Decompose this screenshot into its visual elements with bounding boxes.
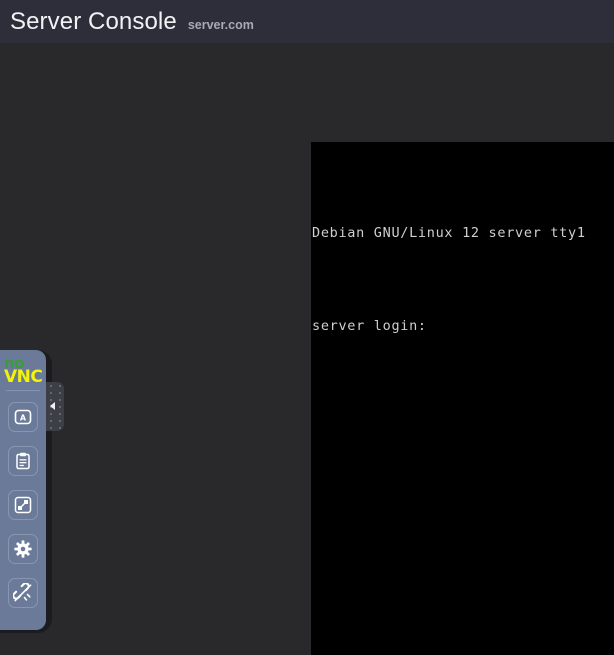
fullscreen-icon xyxy=(13,495,33,515)
control-bar-handle[interactable] xyxy=(46,382,64,431)
chevron-left-icon xyxy=(50,402,55,410)
terminal-line: Debian GNU/Linux 12 server tty1 xyxy=(312,225,586,241)
keyboard-button[interactable]: A xyxy=(8,402,38,432)
keyboard-icon: A xyxy=(13,407,33,427)
disconnect-button[interactable] xyxy=(8,578,38,608)
novnc-logo-vnc: VNC xyxy=(4,367,43,387)
novnc-control-bar: no VNC A xyxy=(0,350,46,630)
control-bar-divider xyxy=(6,390,40,391)
terminal-output: Debian GNU/Linux 12 server tty1 server l… xyxy=(311,142,614,404)
clipboard-icon xyxy=(13,451,33,471)
gear-icon xyxy=(13,539,33,559)
desktop-area: Debian GNU/Linux 12 server tty1 server l… xyxy=(0,43,614,655)
svg-text:A: A xyxy=(20,414,27,423)
terminal-line: server login: xyxy=(312,318,427,334)
clipboard-button[interactable] xyxy=(8,446,38,476)
fullscreen-button[interactable] xyxy=(8,490,38,520)
page-title: Server Console xyxy=(10,7,177,35)
disconnect-icon xyxy=(13,583,33,603)
handle-grip-dots xyxy=(46,382,64,431)
page-subtitle-hostname: server.com xyxy=(187,17,254,32)
page-header: Server Console server.com xyxy=(0,0,614,43)
novnc-logo: no VNC xyxy=(0,350,46,388)
vnc-console-page: Server Console server.com Debian GNU/Lin… xyxy=(0,0,614,655)
settings-button[interactable] xyxy=(8,534,38,564)
vnc-screen-canvas[interactable]: Debian GNU/Linux 12 server tty1 server l… xyxy=(311,142,614,655)
